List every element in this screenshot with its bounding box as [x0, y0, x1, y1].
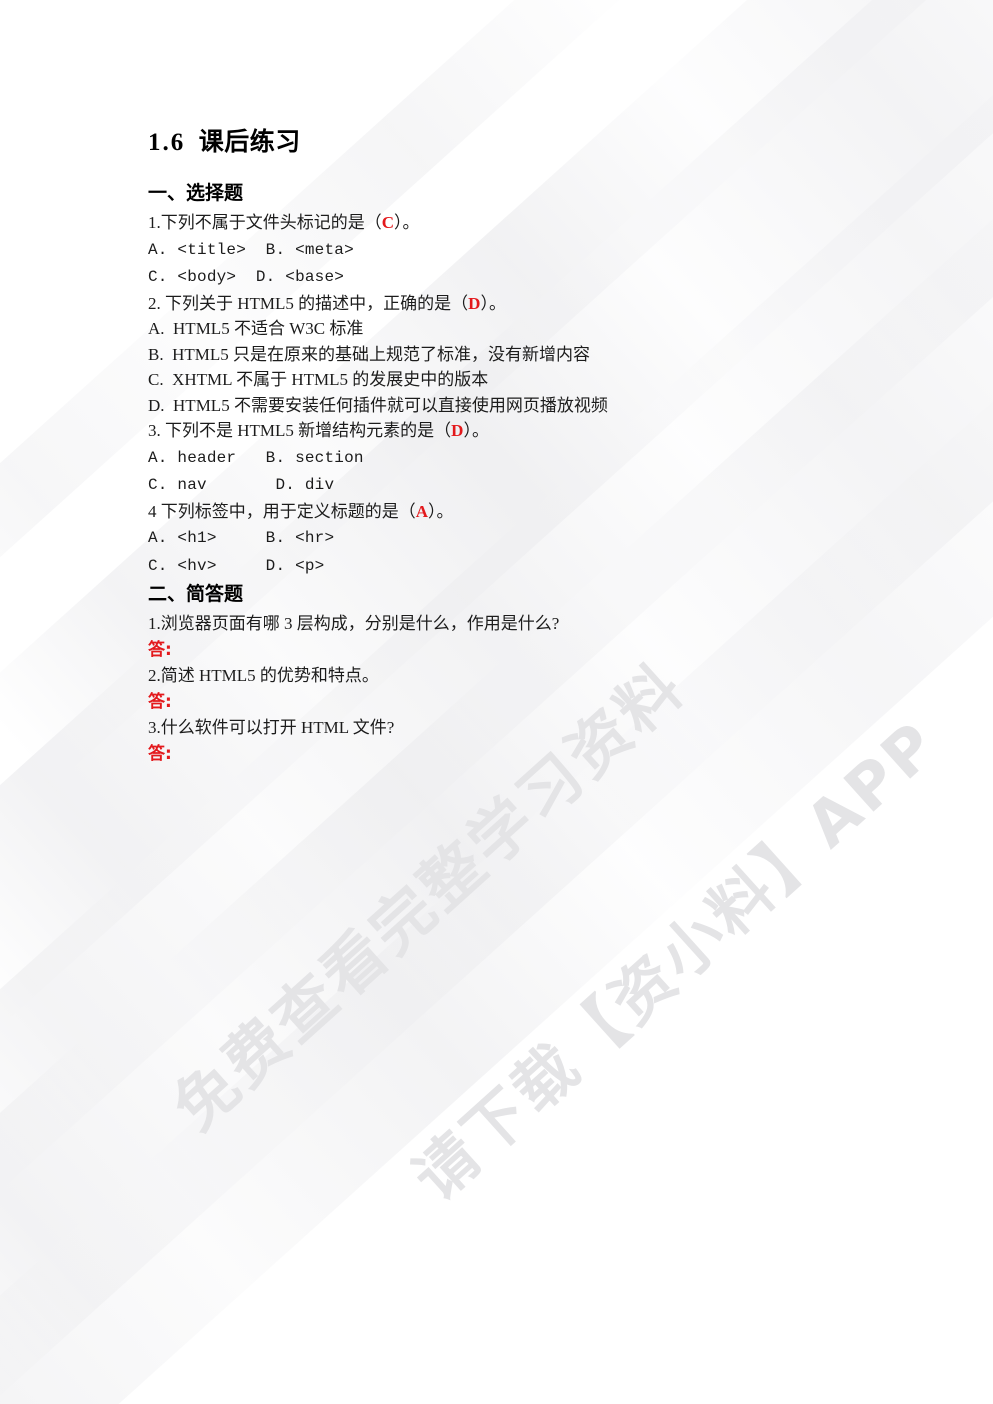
question-prompt-text: 1.下列不属于文件头标记的是（ [148, 213, 382, 232]
question-item: 4 下列标签中，用于定义标题的是（A）。 A. <h1> B. <hr> C. … [148, 499, 848, 580]
option-label: D. [275, 476, 296, 494]
option-label: C. [148, 556, 168, 575]
option-value: header [177, 448, 237, 467]
option-label: A. [148, 529, 168, 547]
option-label: B. [265, 240, 286, 259]
question-prompt: 1.下列不属于文件头标记的是（C）。 [148, 210, 848, 236]
answer-key: D [468, 293, 481, 313]
section-heading: 二、简答题 [148, 583, 244, 605]
short-answer-question: 3.什么软件可以打开 HTML 文件? [148, 718, 395, 737]
option-value: <meta> [295, 240, 354, 259]
page-content: 1.6 课后练习 一、选择题 1.下列不属于文件头标记的是（C）。 A. <ti… [148, 122, 848, 769]
option-label: B. [265, 529, 286, 547]
option-value: <title> [177, 240, 247, 259]
question-prompt: 2. 下列关于 HTML5 的描述中，正确的是（D）。 [148, 291, 848, 317]
page-title-number: 1.6 [148, 129, 186, 156]
option-label: B. [265, 448, 286, 467]
option-value: section [295, 448, 364, 467]
option-row: A. header B. section [148, 444, 848, 472]
option-value: <hr> [295, 529, 335, 547]
question-prompt-text: 3. 下列不是 HTML5 新增结构元素的是（ [148, 421, 452, 440]
option-row: C. nav D. div [148, 471, 848, 499]
question-prompt: 4 下列标签中，用于定义标题的是（A）。 [148, 499, 848, 525]
section-multiple-choice: 一、选择题 1.下列不属于文件头标记的是（C）。 A. <title> B. <… [148, 180, 848, 579]
option-value: <p> [295, 556, 325, 575]
question-prompt-text: 4 下列标签中，用于定义标题的是（ [148, 501, 416, 521]
question-prompt-tail: ）。 [394, 213, 420, 232]
question-prompt-text: 2. 下列关于 HTML5 的描述中，正确的是（ [148, 293, 469, 313]
option-row: C. <hv> D. <p> [148, 552, 848, 580]
question-prompt: 3. 下列不是 HTML5 新增结构元素的是（D）。 [148, 418, 848, 444]
short-answer-item: 2.简述 HTML5 的优势和特点。 答: [148, 663, 848, 715]
option-value: <base> [285, 268, 345, 286]
option-row: B. HTML5 只是在原来的基础上规范了标准，没有新增内容 [148, 344, 590, 364]
option-value: nav [177, 476, 207, 494]
option-row: A. HTML5 不适合 W3C 标准 [148, 319, 364, 338]
question-prompt-tail: ）。 [480, 293, 506, 313]
option-label: D. [255, 268, 276, 286]
option-value [168, 241, 178, 259]
option-value: <hv> [177, 556, 217, 575]
option-label: C. [148, 268, 168, 286]
option-row: C. XHTML 不属于 HTML5 的发展史中的版本 [148, 370, 489, 389]
option-row: A. <h1> B. <hr> [148, 524, 848, 552]
page-title-text: 课后练习 [198, 129, 301, 156]
answer-key: C [381, 213, 395, 232]
option-value: div [304, 476, 335, 494]
answer-label: 答: [148, 744, 172, 764]
question-item: 3. 下列不是 HTML5 新增结构元素的是（D）。 A. header B. … [148, 418, 848, 499]
page-title: 1.6 课后练习 [148, 122, 848, 158]
question-item: 2. 下列关于 HTML5 的描述中，正确的是（D）。 A. HTML5 不适合… [148, 291, 848, 419]
section-short-answer: 二、简答题 1.浏览器页面有哪 3 层构成，分别是什么，作用是什么? 答: 2.… [148, 581, 848, 767]
section-heading: 一、选择题 [148, 182, 244, 204]
short-answer-question: 2.简述 HTML5 的优势和特点。 [148, 666, 379, 685]
question-prompt-tail: ）。 [428, 501, 454, 521]
answer-label: 答: [148, 692, 172, 712]
option-row: A. <title> B. <meta> [148, 236, 848, 264]
short-answer-question: 1.浏览器页面有哪 3 层构成，分别是什么，作用是什么? [148, 614, 560, 633]
question-item: 1.下列不属于文件头标记的是（C）。 A. <title> B. <meta> … [148, 210, 848, 291]
option-label: D. [265, 556, 286, 575]
option-label: C. [148, 476, 168, 494]
answer-key: D [451, 421, 464, 440]
answer-key: A [415, 501, 429, 521]
short-answer-item: 1.浏览器页面有哪 3 层构成，分别是什么，作用是什么? 答: [148, 611, 848, 663]
option-row: C. <body> D. <base> [148, 263, 848, 291]
short-answer-item: 3.什么软件可以打开 HTML 文件? 答: [148, 715, 848, 767]
document-page: 1.6 课后练习 一、选择题 1.下列不属于文件头标记的是（C）。 A. <ti… [0, 0, 993, 1404]
question-prompt-tail: ）。 [463, 421, 489, 440]
option-value: <h1> [177, 529, 217, 547]
option-label: A. [148, 448, 168, 467]
answer-label: 答: [148, 640, 172, 660]
option-row: D. HTML5 不需要安装任何插件就可以直接使用网页播放视频 [148, 395, 608, 415]
option-value: <body> [177, 268, 237, 286]
option-label: A. [148, 240, 168, 259]
